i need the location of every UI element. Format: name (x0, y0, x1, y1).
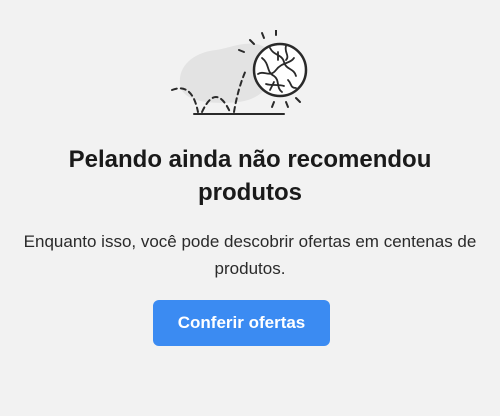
bouncing-ball-icon (171, 30, 308, 115)
conferir-ofertas-button[interactable]: Conferir ofertas (153, 300, 330, 346)
empty-state: Pelando ainda não recomendou produtos En… (0, 0, 500, 416)
empty-state-title: Pelando ainda não recomendou produtos (68, 146, 432, 206)
empty-state-subtitle: Enquanto isso, você pode descobrir ofert… (23, 232, 477, 278)
